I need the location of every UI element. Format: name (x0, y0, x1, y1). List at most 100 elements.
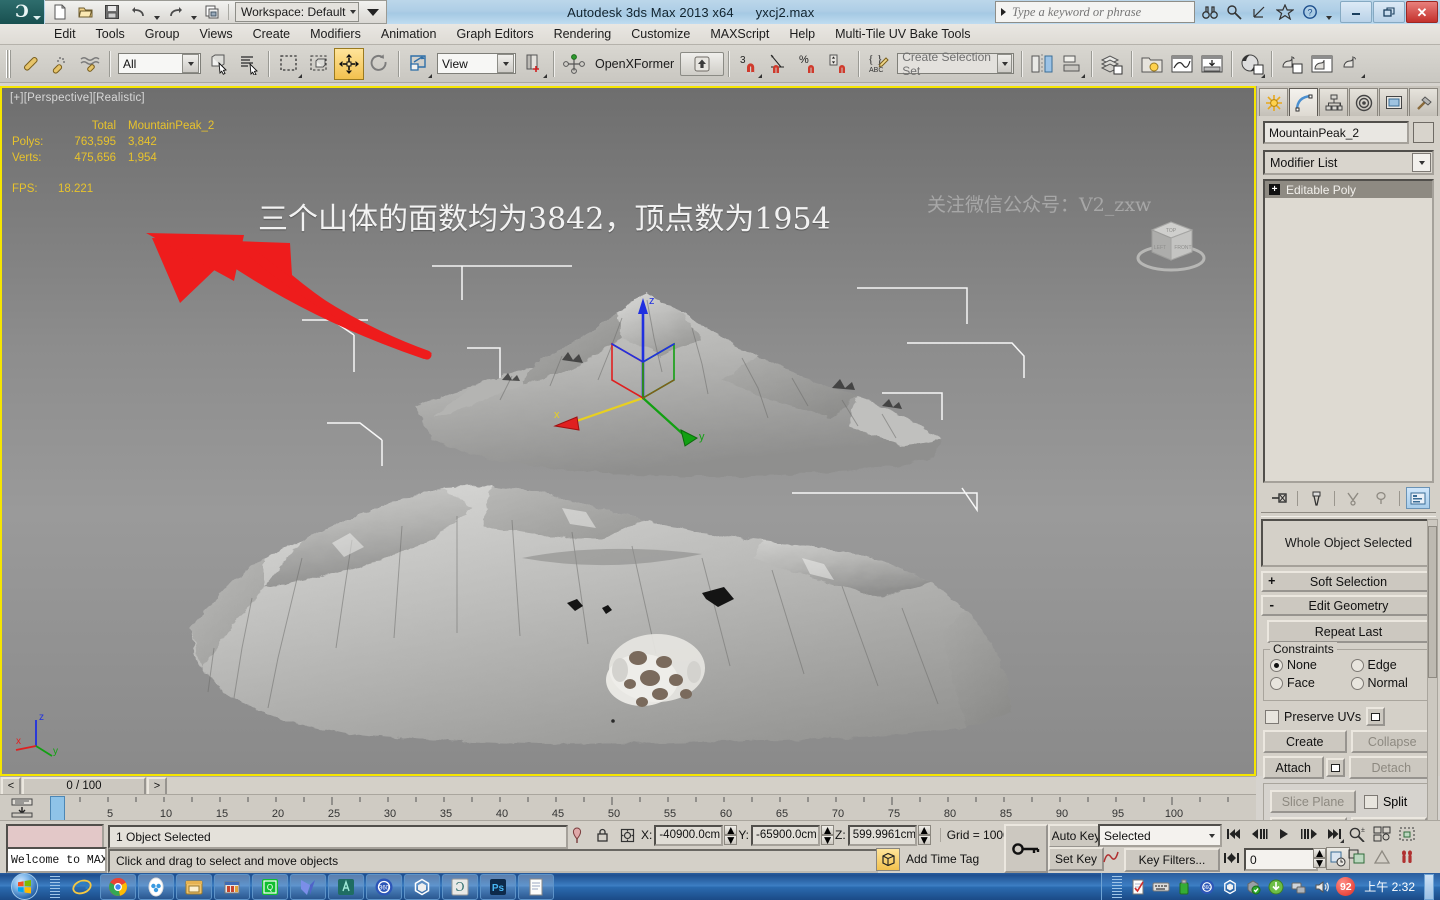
undo-button[interactable] (126, 1, 150, 23)
selection-lock-icon[interactable] (591, 825, 613, 846)
zoom-extents-all-icon[interactable] (1345, 846, 1438, 889)
set-key-button[interactable]: Set Key (1048, 847, 1104, 871)
help-search-box[interactable] (995, 1, 1195, 23)
safe-shield-icon[interactable] (1244, 878, 1262, 896)
restore-button[interactable] (1373, 1, 1405, 23)
add-time-tag-label[interactable]: Add Time Tag (906, 852, 979, 866)
coord-y-spinner[interactable]: ▲ ▼ (821, 823, 835, 847)
maxscript-listener-input[interactable]: Welcome to MAXScript. (6, 847, 107, 873)
hierarchy-tab[interactable] (1319, 88, 1348, 116)
time-slider-handle[interactable]: 0 / 100 (22, 776, 146, 796)
absolute-relative-mode-icon[interactable] (616, 825, 638, 846)
object-color-swatch[interactable] (1413, 122, 1434, 143)
zoom-viewport-icon[interactable]: ± (1345, 823, 1369, 845)
modifier-stack[interactable]: + Editable Poly (1263, 179, 1434, 483)
cloud-disk-icon[interactable] (138, 873, 174, 900)
repeat-last-button[interactable]: Repeat Last (1267, 620, 1430, 643)
zoom-all-icon[interactable] (1370, 823, 1394, 845)
pin-stack-icon[interactable] (1267, 487, 1291, 509)
scrollbar-thumb[interactable] (1428, 526, 1437, 678)
favorites-star-icon[interactable] (1274, 2, 1296, 22)
redo-dropdown[interactable] (189, 0, 198, 24)
split-checkbox[interactable] (1363, 794, 1378, 809)
notes-icon[interactable] (1129, 878, 1147, 896)
set-key-mode-toggle[interactable] (1004, 824, 1048, 873)
select-by-name-icon[interactable] (234, 48, 264, 80)
minimize-button[interactable] (1340, 1, 1372, 23)
google-chrome-icon[interactable] (100, 873, 136, 900)
coord-y[interactable]: Y: -65900.0cm ▲ ▼ (738, 823, 835, 847)
menu-item-rendering[interactable]: Rendering (544, 25, 622, 43)
select-object-icon[interactable] (204, 48, 234, 80)
next-frame-button[interactable]: > (147, 776, 167, 796)
selection-lock-pin-icon[interactable] (566, 825, 588, 846)
start-button[interactable] (0, 873, 48, 900)
chevron-down-icon[interactable] (1204, 833, 1220, 838)
workspace-selector[interactable]: Workspace: Default (235, 2, 359, 22)
command-panel-scrollbar[interactable] (1427, 519, 1438, 847)
project-folder-button[interactable] (200, 1, 224, 23)
openxformer-upload-button[interactable] (680, 51, 725, 76)
collapse-button[interactable]: Collapse (1350, 730, 1434, 753)
edit-named-selection-sets-icon[interactable]: { } ABC (864, 48, 894, 80)
constraint-face-radio[interactable]: Face (1270, 676, 1347, 690)
3dsmax-icon[interactable]: Ɔ (442, 873, 478, 900)
coord-y-value[interactable]: -65900.0cm (751, 824, 821, 846)
unlink-selection-icon[interactable] (45, 48, 75, 80)
walk-through-icon[interactable] (1395, 846, 1419, 868)
perspective-viewport[interactable]: z x y [+][Perspective][Realistic] Total … (0, 86, 1256, 776)
viewport-label[interactable]: [+][Perspective][Realistic] (10, 92, 145, 104)
save-file-button[interactable] (100, 1, 124, 23)
curve-editor-icon[interactable] (1167, 48, 1197, 80)
coord-x-spinner[interactable]: ▲ ▼ (724, 823, 738, 847)
foxmail-icon[interactable] (290, 873, 326, 900)
select-and-rotate-icon[interactable] (364, 48, 394, 80)
rollout-soft-selection[interactable]: + Soft Selection (1261, 571, 1436, 592)
key-mode-combo[interactable]: Selected (1098, 824, 1222, 847)
browser-360-tray-icon[interactable]: 360 (1198, 878, 1216, 896)
time-slider-marker[interactable] (50, 796, 65, 822)
modifier-list-dropdown[interactable]: Modifier List (1263, 150, 1434, 175)
toolbar-grip[interactable] (6, 49, 12, 78)
aftereffects-icon[interactable] (328, 873, 364, 900)
current-frame-field[interactable]: 0 (1244, 848, 1318, 871)
unity-icon[interactable] (404, 873, 440, 900)
winrar-icon[interactable] (214, 873, 250, 900)
angle-snap-toggle-icon[interactable] (764, 48, 794, 80)
search-expand-icon[interactable] (996, 3, 1010, 21)
detach-button[interactable]: Detach (1348, 756, 1434, 779)
chevron-down-icon[interactable] (1412, 153, 1431, 172)
menu-item-animation[interactable]: Animation (371, 25, 447, 43)
open-file-button[interactable] (74, 1, 98, 23)
menu-item-multi-tile-uv-bake-tools[interactable]: Multi-Tile UV Bake Tools (825, 25, 980, 43)
window-crossing-toggle-icon[interactable] (304, 48, 334, 80)
new-scene-button[interactable] (48, 1, 72, 23)
modifier-stack-item-editable-poly[interactable]: + Editable Poly (1265, 181, 1432, 198)
rollout-scroll-area[interactable]: Whole Object Selected + Soft Selection -… (1261, 519, 1438, 847)
ime-keyboard-icon[interactable] (1152, 878, 1170, 896)
menu-item-graph-editors[interactable]: Graph Editors (446, 25, 543, 43)
coord-z[interactable]: Z: 599.9961cm ▲ ▼ (835, 823, 931, 847)
open-mini-curve-editor-icon[interactable] (10, 798, 36, 818)
magnifier-tool-icon[interactable] (1224, 2, 1246, 22)
bind-to-space-warp-icon[interactable] (75, 48, 105, 80)
key-filters-button[interactable]: Key Filters... (1124, 848, 1220, 872)
next-frame-button[interactable] (1297, 823, 1321, 845)
app-menu-button[interactable]: Ɔ (0, 0, 44, 24)
notepad-icon[interactable] (518, 873, 554, 900)
object-name-field[interactable]: MountainPeak_2 (1263, 121, 1409, 144)
scene-explorer-icon[interactable] (1137, 48, 1167, 80)
menu-item-customize[interactable]: Customize (621, 25, 700, 43)
satellite-dish-icon[interactable] (1249, 2, 1271, 22)
help-dropdown[interactable] (1324, 0, 1333, 24)
align-icon[interactable] (1057, 48, 1087, 80)
create-tab[interactable] (1259, 88, 1288, 116)
close-button[interactable]: ✕ (1406, 1, 1438, 23)
coord-z-value[interactable]: 599.9961cm (847, 824, 917, 846)
coord-x-value[interactable]: -40900.0cm (654, 824, 724, 846)
menu-item-tools[interactable]: Tools (86, 25, 135, 43)
reference-coordinate-system-combo[interactable]: View (437, 53, 516, 74)
unity-tray-icon[interactable] (1221, 878, 1239, 896)
menu-item-create[interactable]: Create (243, 25, 301, 43)
prev-frame-button[interactable]: < (1, 776, 21, 796)
